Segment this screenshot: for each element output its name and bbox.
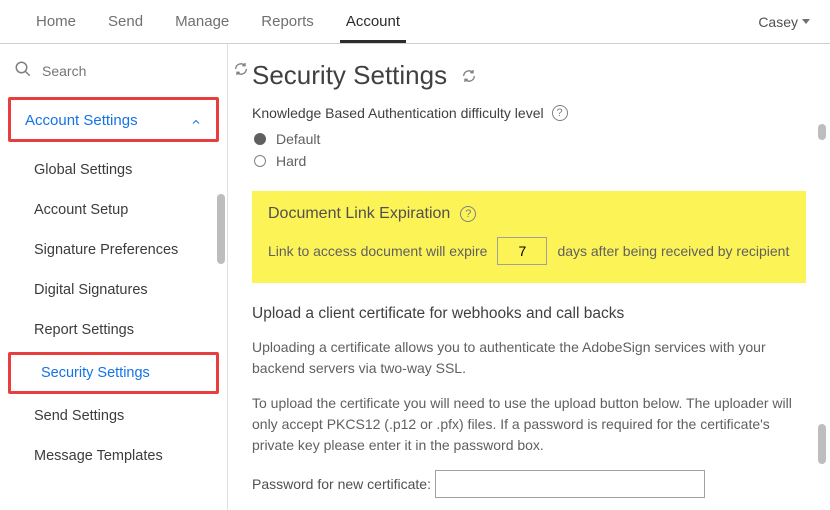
sidebar: Account Settings Global Settings Account… bbox=[0, 44, 228, 510]
expiration-line: Link to access document will expire days… bbox=[268, 237, 790, 265]
nav-account[interactable]: Account bbox=[330, 1, 416, 42]
expiration-days-input[interactable] bbox=[497, 237, 547, 265]
kba-option-label: Default bbox=[276, 131, 320, 147]
chevron-down-icon bbox=[802, 19, 810, 24]
expiration-post-text: days after being received by recipient bbox=[557, 243, 789, 259]
sidebar-item-global-settings[interactable]: Global Settings bbox=[0, 150, 227, 190]
search-icon bbox=[14, 60, 32, 81]
sidebar-scrollbar[interactable] bbox=[217, 194, 225, 264]
sidebar-item-account-setup[interactable]: Account Setup bbox=[0, 190, 227, 230]
sidebar-item-security-settings[interactable]: Security Settings bbox=[8, 352, 219, 394]
kba-option-default[interactable]: Default bbox=[254, 131, 806, 147]
nav-send[interactable]: Send bbox=[92, 1, 159, 42]
radio-filled-icon bbox=[254, 133, 266, 145]
expiration-title: Document Link Expiration ? bbox=[268, 205, 790, 223]
sidebar-item-message-templates[interactable]: Message Templates bbox=[0, 436, 227, 476]
sidebar-section-label: Account Settings bbox=[25, 112, 138, 129]
search-input[interactable] bbox=[42, 63, 223, 79]
sidebar-search[interactable] bbox=[0, 50, 227, 91]
kba-heading-text: Knowledge Based Authentication difficult… bbox=[252, 105, 544, 121]
cert-paragraph: To upload the certificate you will need … bbox=[252, 393, 806, 456]
kba-option-hard[interactable]: Hard bbox=[254, 153, 806, 169]
sidebar-section-account-settings[interactable]: Account Settings bbox=[8, 97, 219, 142]
page-title-text: Security Settings bbox=[252, 60, 447, 91]
cert-password-input[interactable] bbox=[435, 470, 705, 498]
nav-reports[interactable]: Reports bbox=[245, 1, 330, 42]
main-scrollbar[interactable] bbox=[818, 424, 826, 464]
cert-password-label: Password for new certificate: bbox=[252, 476, 431, 492]
refresh-icon[interactable] bbox=[461, 60, 477, 91]
radio-empty-icon bbox=[254, 155, 266, 167]
cert-password-row: Password for new certificate: bbox=[252, 470, 806, 498]
client-certificate-section: Upload a client certificate for webhooks… bbox=[252, 305, 806, 498]
expiration-title-text: Document Link Expiration bbox=[268, 205, 450, 223]
page-title: Security Settings bbox=[252, 60, 806, 91]
document-link-expiration-section: Document Link Expiration ? Link to acces… bbox=[252, 191, 806, 283]
kba-option-label: Hard bbox=[276, 153, 306, 169]
nav-manage[interactable]: Manage bbox=[159, 1, 245, 42]
sidebar-item-send-settings[interactable]: Send Settings bbox=[0, 396, 227, 436]
help-icon[interactable]: ? bbox=[552, 105, 568, 121]
cert-title: Upload a client certificate for webhooks… bbox=[252, 305, 806, 323]
chevron-up-icon bbox=[190, 115, 202, 127]
main-content: Security Settings Knowledge Based Authen… bbox=[228, 44, 830, 510]
sidebar-item-report-settings[interactable]: Report Settings bbox=[0, 310, 227, 350]
main-scrollbar[interactable] bbox=[818, 124, 826, 140]
expiration-pre-text: Link to access document will expire bbox=[268, 243, 487, 259]
cert-paragraph: Uploading a certificate allows you to au… bbox=[252, 337, 806, 379]
sidebar-item-signature-preferences[interactable]: Signature Preferences bbox=[0, 230, 227, 270]
nav-home[interactable]: Home bbox=[20, 1, 92, 42]
help-icon[interactable]: ? bbox=[460, 206, 476, 222]
user-name-label: Casey bbox=[758, 14, 798, 30]
user-menu[interactable]: Casey bbox=[758, 14, 810, 30]
top-nav: Home Send Manage Reports Account Casey bbox=[0, 0, 830, 44]
kba-heading: Knowledge Based Authentication difficult… bbox=[252, 105, 806, 121]
sidebar-item-digital-signatures[interactable]: Digital Signatures bbox=[0, 270, 227, 310]
